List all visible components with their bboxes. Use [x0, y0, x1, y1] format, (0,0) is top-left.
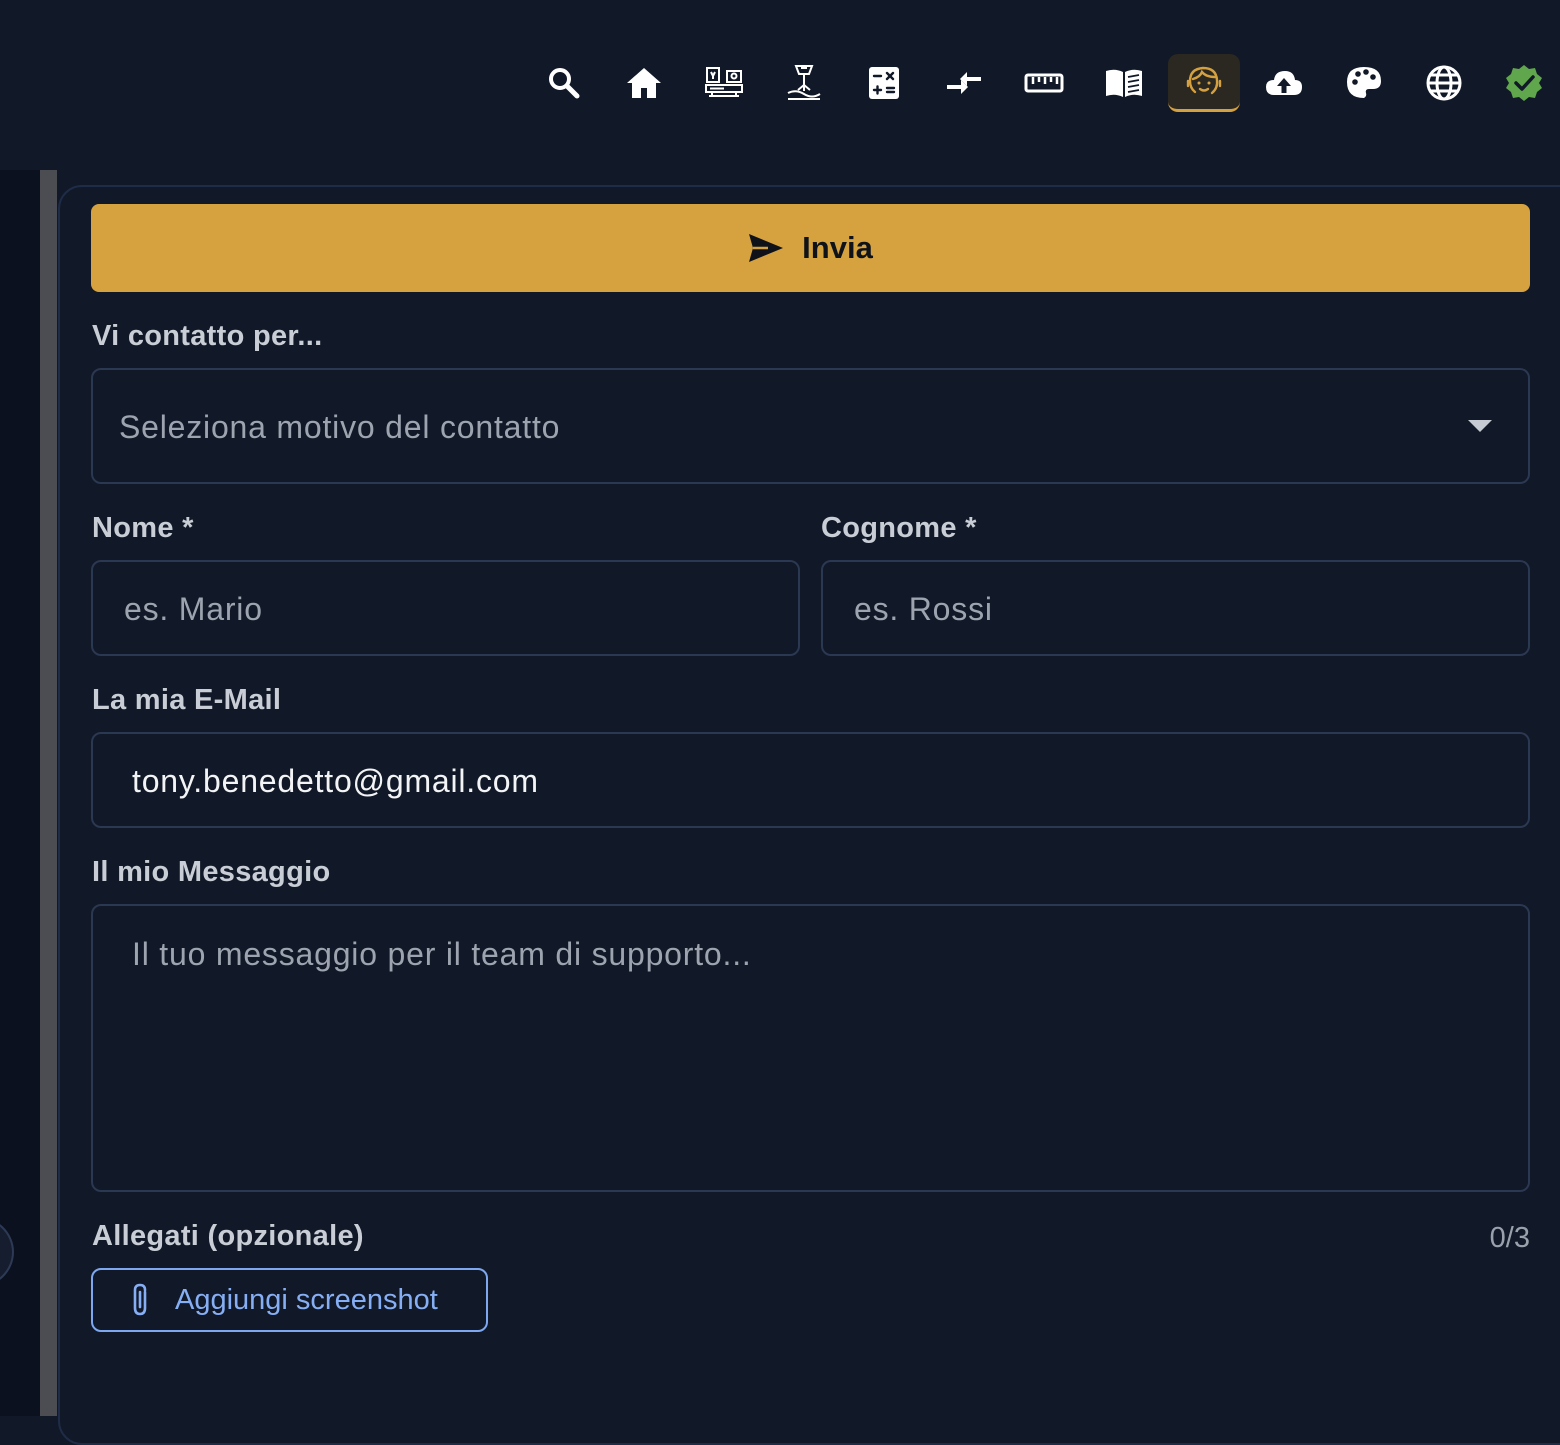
first-name-field[interactable]: es. Mario [91, 560, 800, 656]
machines-icon[interactable] [688, 54, 760, 112]
attachments-counter: 0/3 [1489, 1222, 1530, 1254]
last-name-placeholder: es. Rossi [854, 591, 993, 627]
send-icon [749, 234, 784, 262]
cloud-upload-icon[interactable] [1248, 54, 1320, 112]
reason-select-placeholder: Seleziona motivo del contatto [119, 409, 561, 445]
scrollbar[interactable] [40, 170, 57, 1416]
message-textarea[interactable]: Il tuo messaggio per il team di supporto… [91, 904, 1530, 1192]
verified-badge-icon [1488, 54, 1560, 112]
last-name-label: Cognome * [821, 512, 977, 544]
email-label: La mia E-Mail [92, 684, 282, 716]
add-screenshot-button[interactable]: Aggiungi screenshot [91, 1268, 488, 1332]
calculator-icon[interactable] [848, 54, 920, 112]
message-placeholder: Il tuo messaggio per il team di supporto… [132, 936, 752, 972]
side-drawer-edge [0, 170, 40, 1416]
email-value: tony.benedetto@gmail.com [132, 763, 539, 799]
message-label: Il mio Messaggio [92, 856, 331, 888]
attachments-label: Allegati (opzionale) [92, 1220, 364, 1252]
palette-icon[interactable] [1328, 54, 1400, 112]
add-screenshot-label: Aggiungi screenshot [175, 1283, 438, 1316]
reason-label: Vi contatto per... [92, 320, 323, 352]
reason-select[interactable]: Seleziona motivo del contatto [91, 368, 1530, 484]
drawer-toggle[interactable] [0, 1216, 14, 1288]
first-name-label: Nome * [92, 512, 194, 544]
search-icon[interactable] [528, 54, 600, 112]
email-field[interactable]: tony.benedetto@gmail.com [91, 732, 1530, 828]
top-navigation-bar [0, 0, 1560, 170]
laser-icon[interactable] [768, 54, 840, 112]
home-icon[interactable] [608, 54, 680, 112]
compare-arrows-icon[interactable] [928, 54, 1000, 112]
last-name-field[interactable]: es. Rossi [821, 560, 1530, 656]
book-icon[interactable] [1088, 54, 1160, 112]
chevron-down-icon [1468, 420, 1492, 432]
send-button-label: Invia [802, 230, 873, 265]
first-name-placeholder: es. Mario [124, 591, 263, 627]
globe-icon[interactable] [1408, 54, 1480, 112]
send-button[interactable]: Invia [91, 204, 1530, 292]
paperclip-icon [133, 1283, 147, 1316]
ruler-icon[interactable] [1008, 54, 1080, 112]
support-face-icon[interactable] [1168, 54, 1240, 112]
